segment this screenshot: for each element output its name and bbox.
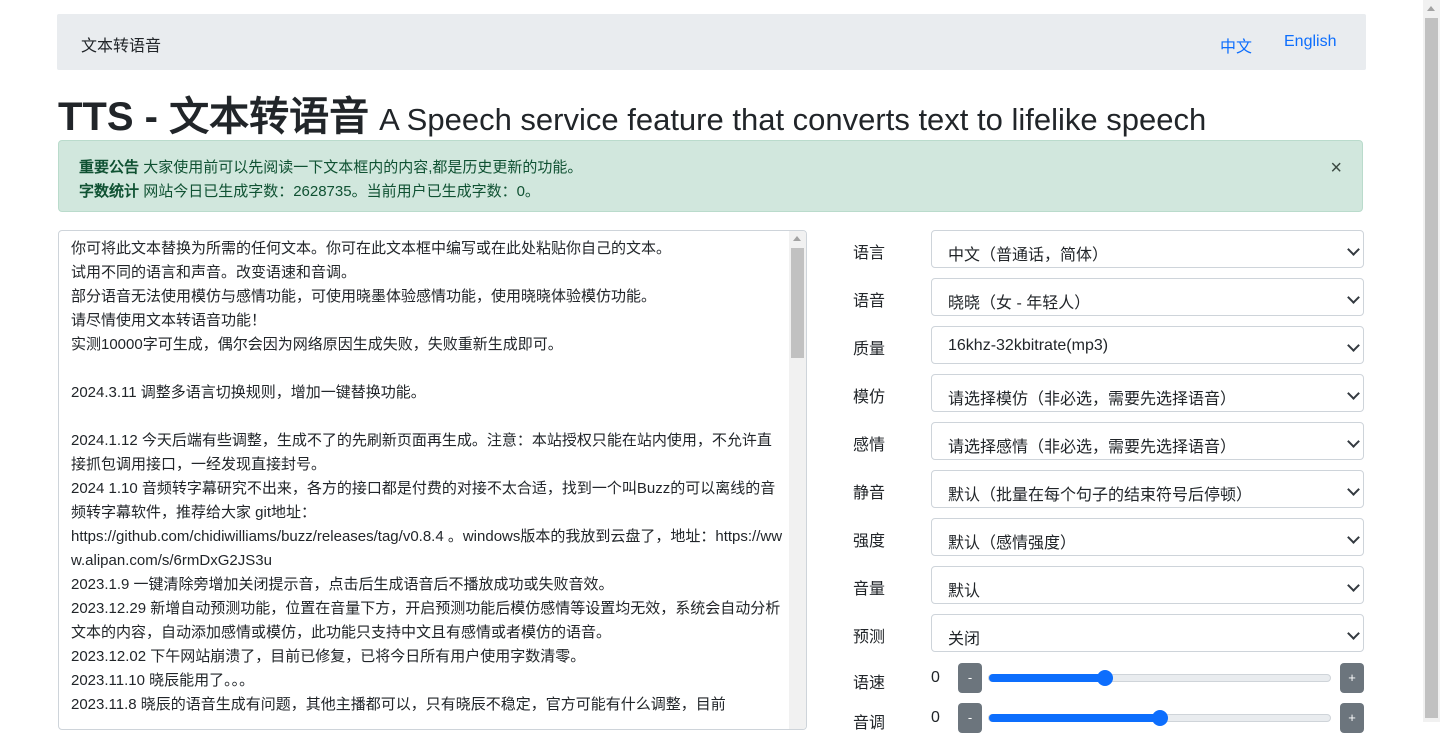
speed-slider-handle[interactable] [1096,670,1113,686]
page-subtitle: A Speech service feature that converts t… [379,102,1207,137]
pitch-decrease-button[interactable]: - [958,703,982,733]
announcement-label: 重要公告 [79,159,140,176]
intensity-label: 强度 [853,533,886,550]
language-select[interactable]: 中文（普通话，简体） [931,230,1364,268]
lang-link-chinese[interactable]: 中文 [1220,33,1252,57]
page-scroll-thumb[interactable] [1425,18,1438,718]
chevron-down-icon [1347,435,1360,448]
intensity-select[interactable]: 默认（感情强度） [931,518,1364,556]
speed-slider[interactable] [988,670,1331,686]
imitation-select[interactable]: 请选择模仿（非必选，需要先选择语音） [931,374,1364,412]
prediction-select-value: 关闭 [948,631,981,648]
announcement-text: 大家使用前可以先阅读一下文本框内的内容,都是历史更新的功能。 [143,159,583,176]
pitch-value: 0 [931,709,940,726]
speed-decrease-button[interactable]: - [958,663,982,693]
speed-increase-button[interactable]: + [1340,663,1364,693]
page-title-main: TTS - 文本转语音 [58,95,370,139]
setting-row-language: 语言 中文（普通话，简体） [838,230,1366,268]
emotion-select-value: 请选择感情（非必选，需要先选择语音） [948,439,1237,456]
prediction-label: 预测 [853,629,886,646]
lang-link-english[interactable]: English [1284,33,1336,51]
word-count-label: 字数统计 [79,183,140,200]
voice-label: 语音 [853,293,886,310]
text-input-area[interactable]: 你可将此文本替换为所需的任何文本。你可在此文本框中编写或在此处粘贴你自己的文本。… [58,230,807,730]
chevron-down-icon [1347,243,1360,256]
chevron-down-icon [1347,627,1360,640]
emotion-label: 感情 [853,437,886,454]
speed-label: 语速 [853,675,886,692]
textarea-scroll-thumb[interactable] [791,248,804,358]
chevron-down-icon [1347,387,1360,400]
textarea-scrollbar[interactable] [789,231,806,729]
page-scrollbar[interactable] [1423,0,1440,722]
word-count-text: 网站今日已生成字数：2628735。当前用户已生成字数：0。 [143,183,540,200]
chevron-down-icon [1347,291,1360,304]
quality-select-value: 16khz-32kbitrate(mp3) [948,337,1109,354]
silence-select-value: 默认（批量在每个句子的结束符号后停顿） [948,487,1253,504]
text-input-content[interactable]: 你可将此文本替换为所需的任何文本。你可在此文本框中编写或在此处粘贴你自己的文本。… [71,237,783,717]
intensity-select-value: 默认（感情强度） [948,535,1077,552]
setting-row-emotion: 感情 请选择感情（非必选，需要先选择语音） [838,422,1366,460]
speed-slider-fill [989,674,1105,682]
silence-label: 静音 [853,485,886,502]
navbar-brand[interactable]: 文本转语音 [81,32,161,56]
setting-row-silence: 静音 默认（批量在每个句子的结束符号后停顿） [838,470,1366,508]
scroll-up-arrow-icon[interactable] [793,236,801,241]
emotion-select[interactable]: 请选择感情（非必选，需要先选择语音） [931,422,1364,460]
pitch-slider-handle[interactable] [1151,710,1168,726]
language-select-value: 中文（普通话，简体） [948,247,1109,264]
navbar: 文本转语音 中文 English [57,14,1366,70]
speed-value: 0 [931,669,940,686]
quality-label: 质量 [853,341,886,358]
setting-row-imitation: 模仿 请选择模仿（非必选，需要先选择语音） [838,374,1366,412]
pitch-label: 音调 [853,715,886,732]
imitation-label: 模仿 [853,389,886,406]
chevron-down-icon [1347,339,1360,352]
volume-select[interactable]: 默认 [931,566,1364,604]
setting-row-quality: 质量 16khz-32kbitrate(mp3) [838,326,1366,364]
notice-alert: 重要公告 大家使用前可以先阅读一下文本框内的内容,都是历史更新的功能。 字数统计… [58,140,1363,212]
speed-slider-row: 语速 0 - + [838,663,1366,693]
volume-label: 音量 [853,581,886,598]
setting-row-volume: 音量 默认 [838,566,1366,604]
pitch-slider-fill [989,714,1160,722]
word-count-line: 字数统计 网站今日已生成字数：2628735。当前用户已生成字数：0。 [79,180,540,201]
setting-row-voice: 语音 晓晓（女 - 年轻人） [838,278,1366,316]
pitch-increase-button[interactable]: + [1340,703,1364,733]
close-icon[interactable]: × [1330,157,1342,179]
pitch-slider[interactable] [988,710,1331,726]
silence-select[interactable]: 默认（批量在每个句子的结束符号后停顿） [931,470,1364,508]
chevron-down-icon [1347,483,1360,496]
setting-row-intensity: 强度 默认（感情强度） [838,518,1366,556]
setting-row-prediction: 预测 关闭 [838,614,1366,652]
chevron-down-icon [1347,531,1360,544]
scroll-up-arrow-icon[interactable] [1427,6,1435,11]
voice-select-value: 晓晓（女 - 年轻人） [948,295,1091,312]
quality-select[interactable]: 16khz-32kbitrate(mp3) [931,326,1364,364]
chevron-down-icon [1347,579,1360,592]
page-title: TTS - 文本转语音 A Speech service feature that… [58,84,1206,142]
pitch-slider-row: 音调 0 - + [838,703,1366,733]
volume-select-value: 默认 [948,583,981,600]
prediction-select[interactable]: 关闭 [931,614,1364,652]
language-label: 语言 [853,245,886,262]
voice-select[interactable]: 晓晓（女 - 年轻人） [931,278,1364,316]
imitation-select-value: 请选择模仿（非必选，需要先选择语音） [948,391,1237,408]
announcement-line: 重要公告 大家使用前可以先阅读一下文本框内的内容,都是历史更新的功能。 [79,156,582,177]
